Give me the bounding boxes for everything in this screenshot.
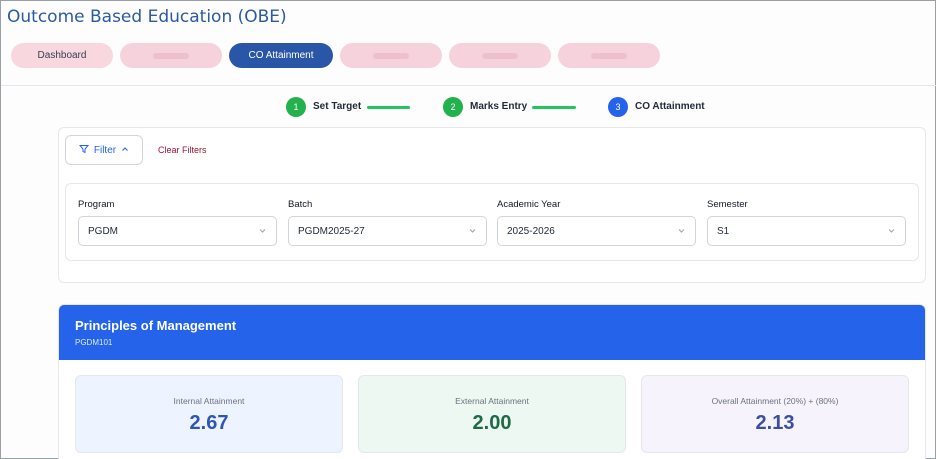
- chevron-up-icon: [121, 145, 129, 156]
- stat-label: Overall Attainment (20%) + (80%): [711, 396, 839, 406]
- step-3-label: CO Attainment: [635, 101, 705, 112]
- academic-year-select[interactable]: 2025-2026: [497, 216, 696, 246]
- semester-select[interactable]: S1: [707, 216, 906, 246]
- academic-year-label: Academic Year: [497, 199, 561, 210]
- tab-redacted-3[interactable]: [340, 43, 442, 68]
- program-select[interactable]: PGDM: [78, 216, 277, 246]
- semester-value: S1: [717, 225, 730, 237]
- step-2-label: Marks Entry: [470, 101, 528, 112]
- tab-label: Dashboard: [37, 50, 87, 61]
- stat-value: 2.67: [189, 412, 229, 434]
- internal-attainment-card: Internal Attainment 2.67: [75, 375, 343, 453]
- tab-redacted-1[interactable]: [120, 43, 222, 68]
- tab-dashboard[interactable]: Dashboard: [11, 43, 113, 68]
- redacted-label: [482, 52, 518, 59]
- program-label: Program: [78, 199, 115, 210]
- semester-label: Semester: [707, 199, 748, 210]
- chevron-down-icon: [468, 226, 477, 238]
- progress-stepper: 1 Set Target 2 Marks Entry 3 CO Attainme…: [1, 97, 936, 119]
- course-title: Principles of Management: [75, 318, 237, 333]
- step-2-connector: [532, 106, 576, 109]
- tab-redacted-4[interactable]: [449, 43, 551, 68]
- external-attainment-card: External Attainment 2.00: [358, 375, 626, 453]
- course-code: PGDM101: [75, 338, 113, 347]
- step-1-connector: [367, 106, 410, 109]
- app-title: Outcome Based Education (OBE): [7, 7, 287, 27]
- stat-value: 2.13: [755, 412, 795, 434]
- batch-label: Batch: [288, 199, 313, 210]
- tab-label: CO Attainment: [248, 50, 314, 61]
- chevron-down-icon: [887, 226, 896, 238]
- redacted-label: [591, 52, 627, 59]
- redacted-label: [153, 52, 189, 59]
- chevron-down-icon: [258, 226, 267, 238]
- chevron-down-icon: [677, 226, 686, 238]
- batch-value: PGDM2025-27: [298, 225, 365, 237]
- filter-funnel-icon: [78, 144, 89, 157]
- step-3-circle[interactable]: 3: [608, 97, 628, 117]
- app-window: Outcome Based Education (OBE) Dashboard …: [0, 0, 936, 459]
- step-1-circle[interactable]: 1: [286, 97, 306, 117]
- tab-redacted-5[interactable]: [558, 43, 660, 68]
- batch-select[interactable]: PGDM2025-27: [288, 216, 487, 246]
- overall-attainment-card: Overall Attainment (20%) + (80%) 2.13: [641, 375, 909, 453]
- stat-value: 2.00: [472, 412, 512, 434]
- filter-toggle-button[interactable]: Filter: [65, 135, 143, 165]
- academic-year-value: 2025-2026: [507, 225, 555, 237]
- step-2-circle[interactable]: 2: [443, 97, 463, 117]
- tab-co-attainment[interactable]: CO Attainment: [229, 43, 333, 68]
- stat-label: External Attainment: [455, 396, 529, 406]
- program-value: PGDM: [88, 225, 118, 237]
- clear-filters-link[interactable]: Clear Filters: [158, 145, 207, 155]
- course-header: Principles of Management PGDM101: [59, 305, 925, 360]
- header-divider: [1, 85, 936, 86]
- stat-label: Internal Attainment: [173, 396, 245, 406]
- redacted-label: [373, 52, 409, 59]
- step-1-label: Set Target: [313, 101, 362, 112]
- filter-button-label: Filter: [93, 144, 117, 156]
